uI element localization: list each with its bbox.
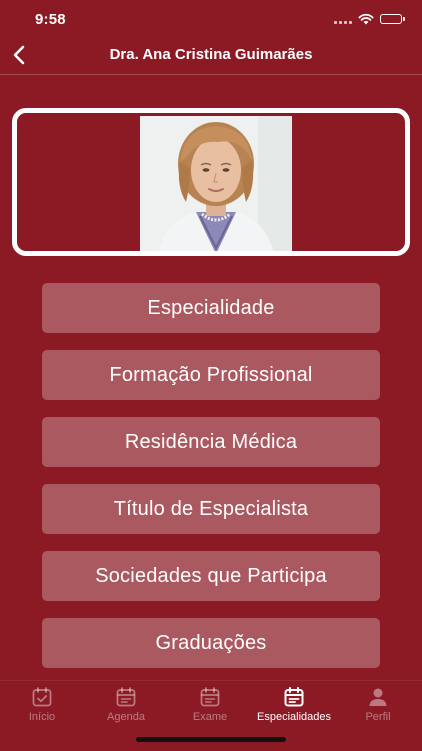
- wifi-icon: [358, 13, 374, 25]
- formacao-profissional-button[interactable]: Formação Profissional: [42, 350, 380, 400]
- tab-label: Perfil: [365, 711, 391, 723]
- tab-especialidades[interactable]: Especialidades: [252, 681, 336, 731]
- calendar-icon: [200, 687, 220, 707]
- page-title: Dra. Ana Cristina Guimarães: [109, 46, 313, 63]
- tab-exame[interactable]: Exame: [168, 681, 252, 731]
- calendar-icon: [116, 687, 136, 707]
- tab-label: Agenda: [107, 711, 145, 723]
- status-icons: [334, 13, 405, 25]
- calendar-check-icon: [32, 687, 52, 707]
- battery-icon: [380, 14, 405, 24]
- especialidade-button[interactable]: Especialidade: [42, 283, 380, 333]
- status-bar: 9:58: [0, 0, 422, 38]
- sociedades-que-participa-button[interactable]: Sociedades que Participa: [42, 551, 380, 601]
- person-icon: [369, 688, 387, 706]
- navigation-bar: Dra. Ana Cristina Guimarães: [0, 38, 422, 75]
- tab-agenda[interactable]: Agenda: [84, 681, 168, 731]
- doctor-photo: [140, 116, 292, 251]
- tab-inicio[interactable]: Início: [0, 681, 84, 731]
- residencia-medica-button[interactable]: Residência Médica: [42, 417, 380, 467]
- calendar-list-icon: [284, 687, 304, 707]
- tab-label: Exame: [192, 711, 228, 723]
- signal-icon: [334, 14, 352, 24]
- tab-perfil[interactable]: Perfil: [336, 681, 420, 731]
- back-chevron-icon[interactable]: [8, 42, 34, 68]
- status-time: 9:58: [35, 11, 66, 28]
- tab-label: Especialidades: [257, 711, 331, 723]
- tab-label: Início: [28, 711, 56, 723]
- titulo-de-especialista-button[interactable]: Título de Especialista: [42, 484, 380, 534]
- doctor-photo-frame: [12, 108, 410, 256]
- graduacoes-button[interactable]: Graduações: [42, 618, 380, 668]
- home-indicator: [136, 737, 286, 742]
